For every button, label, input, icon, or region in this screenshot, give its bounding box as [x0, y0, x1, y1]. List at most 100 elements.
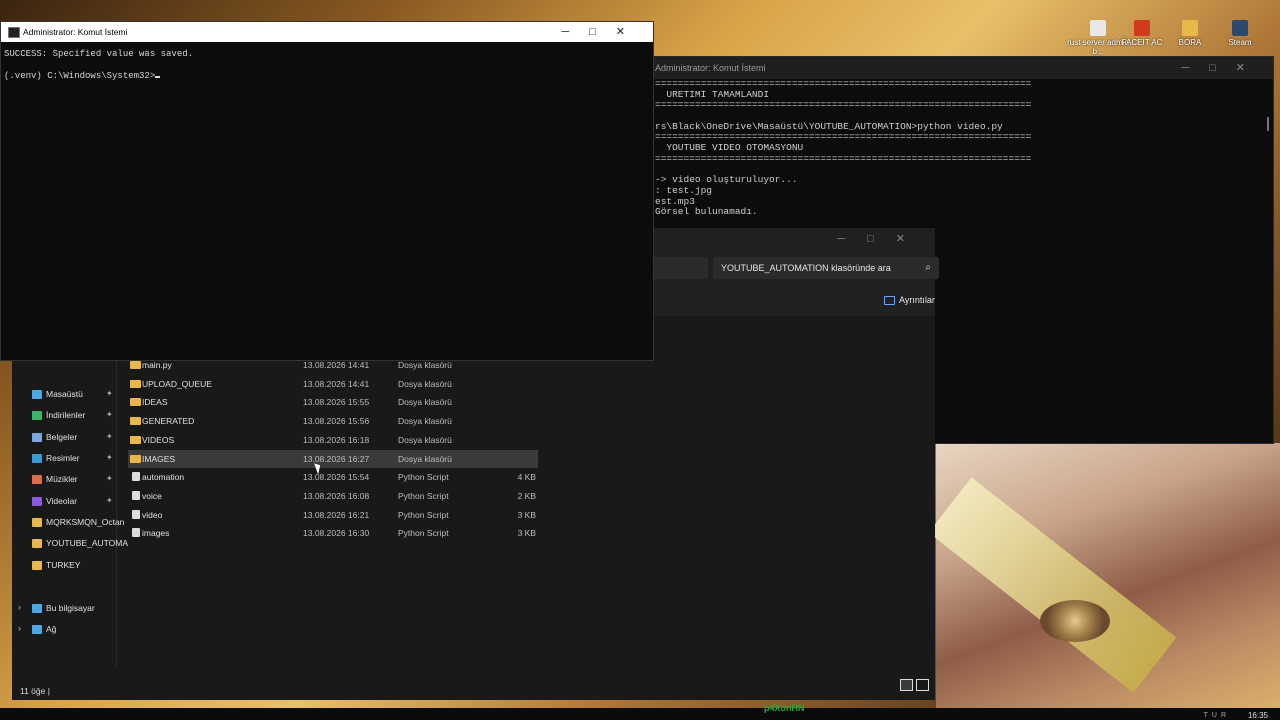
file-date: 13.08.2026 14:41 — [303, 378, 370, 389]
sidebar-item-label: Masaüstü — [46, 389, 83, 399]
file-row[interactable]: GENERATED 13.08.2026 15:56 Dosya klasörü — [128, 412, 538, 430]
explorer-window-controls[interactable]: ─□✕ — [837, 228, 927, 250]
wallpaper-eye — [1040, 600, 1110, 642]
file-date: 13.08.2026 15:55 — [303, 397, 370, 408]
details-button[interactable]: Ayrıntılar — [884, 295, 935, 306]
file-type: Python Script — [398, 472, 449, 483]
cmd-output-line: Görsel bulunamadı. — [655, 206, 758, 218]
text-cursor — [155, 75, 161, 78]
item-count: 11 öğe — [20, 686, 46, 696]
python-file-icon — [132, 490, 140, 500]
file-row[interactable]: automation 13.08.2026 15:54 Python Script 4… — [128, 468, 538, 486]
cmd-back-titlebar[interactable]: Administrator: Komut İstemi ─□✕ — [641, 57, 1273, 79]
folder-icon — [130, 454, 141, 463]
details-view-button[interactable] — [900, 679, 913, 691]
cmd-output-line: ========================================… — [655, 99, 1032, 111]
file-name: UPLOAD_QUEUE — [142, 378, 212, 389]
taskbar — [0, 708, 1280, 720]
sidebar-item[interactable]: MQRKSMQN_Octan — [32, 513, 124, 531]
cmd-window-active[interactable]: Administrator: Komut İstemi ─□✕ SUCCESS:… — [0, 21, 654, 361]
file-date: 13.08.2026 16:30 — [303, 528, 370, 539]
pin-icon: ✦ — [106, 410, 113, 419]
network-icon — [32, 625, 42, 635]
chevron-right-icon[interactable]: › — [18, 602, 21, 612]
wallpaper-artwork — [936, 443, 1280, 720]
file-date: 13.08.2026 16:18 — [303, 434, 370, 445]
faceit-icon — [1134, 20, 1150, 36]
file-type: Dosya klasörü — [398, 434, 452, 445]
file-size: 3 KB — [517, 528, 536, 539]
scrollbar[interactable] — [1267, 117, 1269, 131]
music-icon — [32, 475, 42, 485]
window-controls[interactable]: ─□✕ — [561, 22, 645, 42]
pin-icon: ✦ — [106, 389, 113, 398]
sidebar-item-label: Videolar — [46, 496, 78, 506]
cmd-front-titlebar[interactable]: Administrator: Komut İstemi ─□✕ — [1, 22, 653, 42]
file-name: GENERATED — [142, 416, 195, 427]
sidebar-item[interactable]: Ağ — [32, 620, 56, 638]
sidebar-item[interactable]: İndirilenler ✦ — [32, 406, 113, 424]
file-type: Dosya klasörü — [398, 453, 452, 464]
file-row[interactable]: voice 13.08.2026 16:08 Python Script 2 KB — [128, 487, 538, 505]
file-type: Python Script — [398, 528, 449, 539]
taskbar-clock[interactable]: 16:35 — [1248, 711, 1268, 720]
sidebar-item-label: Müzikler — [46, 474, 78, 484]
pictures-icon — [32, 454, 42, 464]
file-row[interactable]: IMAGES 13.08.2026 16:27 Dosya klasörü — [128, 449, 538, 468]
details-label: Ayrıntılar — [899, 295, 935, 305]
sidebar-item-label: Resimler — [46, 453, 80, 463]
desktop-icon — [32, 390, 42, 400]
steam-icon — [1232, 20, 1248, 36]
search-placeholder: YOUTUBE_AUTOMATION klasöründe ara — [721, 263, 891, 273]
sidebar-item-label: İndirilenler — [46, 410, 86, 420]
sidebar-item[interactable]: Bu bilgisayar — [32, 599, 95, 617]
sidebar-item[interactable]: Videolar ✦ — [32, 492, 113, 510]
pin-icon: ✦ — [106, 432, 113, 441]
tiles-view-button[interactable] — [916, 679, 929, 691]
folder-icon — [130, 398, 141, 407]
desktop-shortcut[interactable]: Steam — [1208, 20, 1272, 47]
file-date: 13.08.2026 16:08 — [303, 490, 370, 501]
cmd-back-output: ========================================… — [641, 78, 1273, 218]
view-toggle[interactable] — [897, 678, 929, 696]
sidebar-item[interactable]: Resimler ✦ — [32, 449, 113, 467]
sidebar-item-label: TURKEY — [46, 560, 81, 570]
sidebar-item-label: Ağ — [46, 624, 57, 634]
file-name: images — [142, 528, 170, 539]
cmd-front-output[interactable]: SUCCESS: Specified value was saved. (.ve… — [1, 42, 653, 87]
terminal-icon — [8, 27, 20, 38]
folder-icon — [130, 417, 141, 426]
file-row[interactable]: VIDEOS 13.08.2026 16:18 Dosya klasörü — [128, 431, 538, 449]
python-file-icon — [132, 472, 140, 482]
sidebar-item[interactable]: Müzikler ✦ — [32, 470, 113, 488]
file-row[interactable]: UPLOAD_QUEUE 13.08.2026 14:41 Dosya klasör… — [128, 375, 538, 393]
search-icon[interactable]: ⌕ — [925, 257, 931, 279]
search-input[interactable]: YOUTUBE_AUTOMATION klasöründe ara ⌕ — [713, 257, 939, 279]
window-controls[interactable]: ─□✕ — [1181, 57, 1265, 79]
file-name: voice — [142, 490, 162, 501]
file-row[interactable]: IDEAS 13.08.2026 15:55 Dosya klasörü — [128, 393, 538, 411]
sidebar-item[interactable]: Belgeler ✦ — [32, 428, 113, 446]
file-row[interactable]: video 13.08.2026 16:21 Python Script 3 KB — [128, 506, 538, 524]
folder-icon — [32, 539, 42, 549]
chevron-right-icon[interactable]: › — [18, 623, 21, 633]
watermark: p4XonHN — [764, 703, 805, 713]
file-row[interactable]: images 13.08.2026 16:30 Python Script 3 KB — [128, 524, 538, 542]
desktop-shortcut-label: Steam — [1228, 38, 1252, 47]
sidebar-item[interactable]: TURKEY — [32, 556, 80, 574]
python-file-icon — [132, 528, 140, 538]
pin-icon: ✦ — [106, 453, 113, 462]
address-bar[interactable] — [654, 257, 708, 279]
python-file-icon — [132, 509, 140, 519]
sidebar-item[interactable]: Masaüstü ✦ — [32, 385, 113, 403]
file-type: Dosya klasörü — [398, 397, 452, 408]
system-tray[interactable]: TUR — [1204, 712, 1230, 719]
file-date: 13.08.2026 15:56 — [303, 416, 370, 427]
file-name: VIDEOS — [142, 434, 175, 445]
sidebar-item[interactable]: YOUTUBE_AUTOMA — [32, 534, 128, 552]
file-size: 3 KB — [517, 509, 536, 520]
videos-icon — [32, 497, 42, 507]
details-pane-icon — [884, 296, 895, 306]
cmd-prompt: (.venv) C:\Windows\System32> — [4, 70, 156, 81]
computer-icon — [32, 604, 42, 614]
